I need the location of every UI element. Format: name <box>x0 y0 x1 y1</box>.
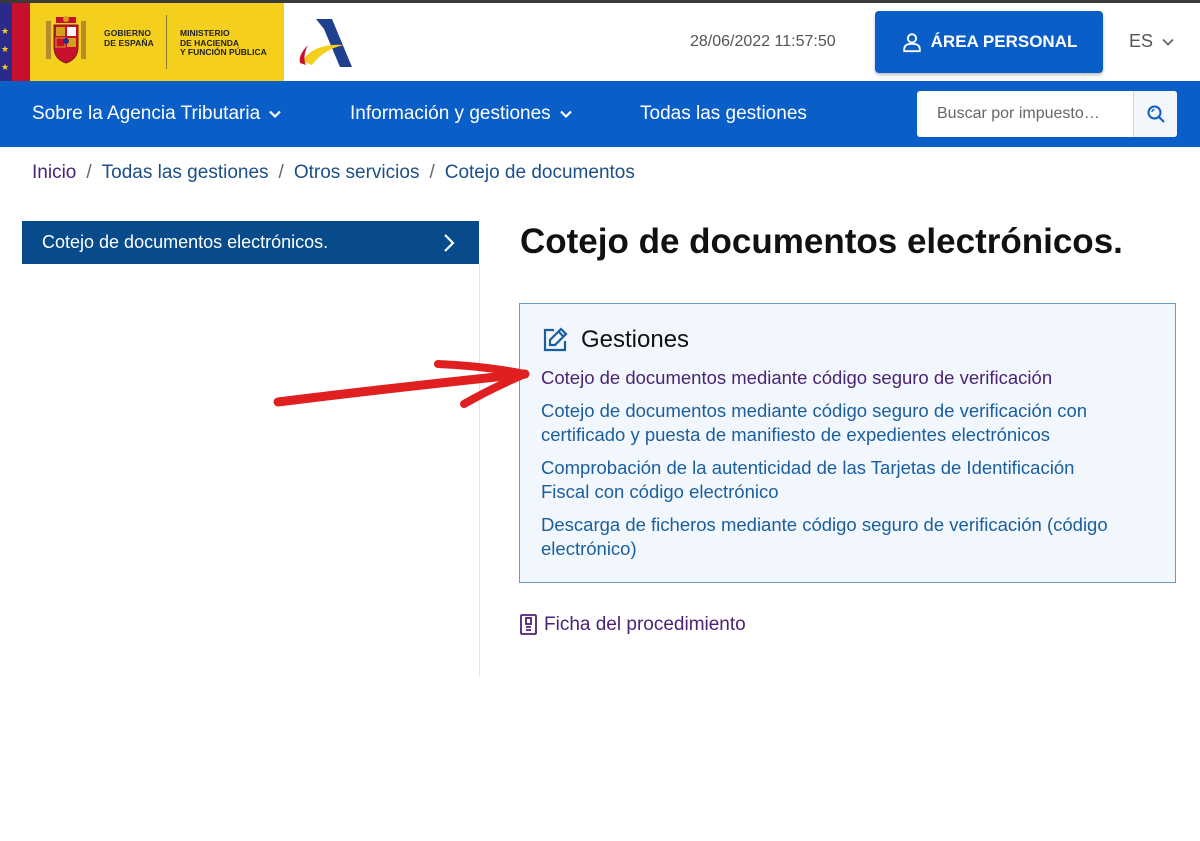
edit-icon <box>543 327 568 352</box>
breadcrumb: Inicio / Todas las gestiones / Otros ser… <box>32 162 635 184</box>
nav-item-label: Información y gestiones <box>350 103 551 124</box>
gobierno-logo[interactable]: ★ ★ ★ GOBIERNO DE ESPAÑA MINISTERIO DE H… <box>0 3 284 81</box>
breadcrumb-separator: / <box>429 162 435 183</box>
header: ★ ★ ★ GOBIERNO DE ESPAÑA MINISTERIO DE H… <box>0 3 1200 81</box>
search-input[interactable] <box>917 91 1133 137</box>
search-icon <box>1147 105 1165 123</box>
breadcrumb-todas-gestiones[interactable]: Todas las gestiones <box>102 162 269 184</box>
datetime-text: 28/06/2022 11:57:50 <box>690 33 836 50</box>
column-divider <box>479 264 480 676</box>
chevron-down-icon <box>269 110 281 119</box>
spain-flag-band <box>12 3 30 81</box>
language-selector[interactable]: ES <box>1129 31 1175 52</box>
nav-item-todas-gestiones[interactable]: Todas las gestiones <box>640 103 807 125</box>
breadcrumb-inicio[interactable]: Inicio <box>32 162 76 184</box>
area-personal-label: ÁREA PERSONAL <box>930 32 1078 51</box>
coat-of-arms-icon <box>46 16 86 64</box>
sidebar-item-cotejo[interactable]: Cotejo de documentos electrónicos. <box>22 221 479 264</box>
search-box <box>917 91 1177 137</box>
agencia-tributaria-logo-icon[interactable] <box>294 15 356 71</box>
document-icon <box>520 614 537 635</box>
user-icon <box>902 33 921 53</box>
link-cotejo-csv[interactable]: Cotejo de documentos mediante código seg… <box>541 366 1161 390</box>
chevron-down-icon <box>1162 38 1174 46</box>
breadcrumb-separator: / <box>86 162 92 183</box>
ficha-procedimiento-link[interactable]: Ficha del procedimiento <box>519 613 746 636</box>
ficha-procedimiento-label: Ficha del procedimiento <box>544 613 746 635</box>
gestiones-links: Cotejo de documentos mediante código seg… <box>541 366 1161 570</box>
main-navbar: Sobre la Agencia Tributaria Información … <box>0 81 1200 147</box>
eu-flag-band: ★ ★ ★ <box>0 3 12 81</box>
nav-item-informacion-gestiones[interactable]: Información y gestiones <box>350 103 573 125</box>
ministry-text: MINISTERIO DE HACIENDA Y FUNCIÓN PÚBLICA <box>180 28 267 57</box>
nav-item-label: Sobre la Agencia Tributaria <box>32 103 261 124</box>
link-descarga-ficheros[interactable]: Descarga de ficheros mediante código seg… <box>541 513 1161 561</box>
chevron-right-icon <box>444 234 455 252</box>
gestiones-heading: Gestiones <box>541 326 689 354</box>
language-label: ES <box>1129 31 1154 51</box>
page-title: Cotejo de documentos electrónicos. <box>520 222 1123 261</box>
sidebar-item-label: Cotejo de documentos electrónicos. <box>42 232 329 252</box>
breadcrumb-otros-servicios[interactable]: Otros servicios <box>294 162 420 184</box>
breadcrumb-cotejo-documentos[interactable]: Cotejo de documentos <box>445 162 635 184</box>
nav-item-label: Todas las gestiones <box>640 103 807 124</box>
search-button[interactable] <box>1133 91 1177 137</box>
logo-divider <box>166 15 167 69</box>
link-comprobacion-tarjetas[interactable]: Comprobación de la autenticidad de las T… <box>541 456 1161 504</box>
area-personal-button[interactable]: ÁREA PERSONAL <box>875 11 1103 73</box>
chevron-down-icon <box>559 110 572 119</box>
breadcrumb-separator: / <box>278 162 284 183</box>
gestiones-panel: Gestiones Cotejo de documentos mediante … <box>519 303 1176 583</box>
red-arrow-annotation <box>273 360 530 408</box>
gov-area: GOBIERNO DE ESPAÑA MINISTERIO DE HACIEND… <box>30 3 284 81</box>
gov-text: GOBIERNO DE ESPAÑA <box>104 28 154 48</box>
nav-item-sobre-agencia[interactable]: Sobre la Agencia Tributaria <box>32 103 282 125</box>
link-cotejo-csv-certificado[interactable]: Cotejo de documentos mediante código seg… <box>541 399 1161 447</box>
gestiones-heading-label: Gestiones <box>581 326 690 353</box>
